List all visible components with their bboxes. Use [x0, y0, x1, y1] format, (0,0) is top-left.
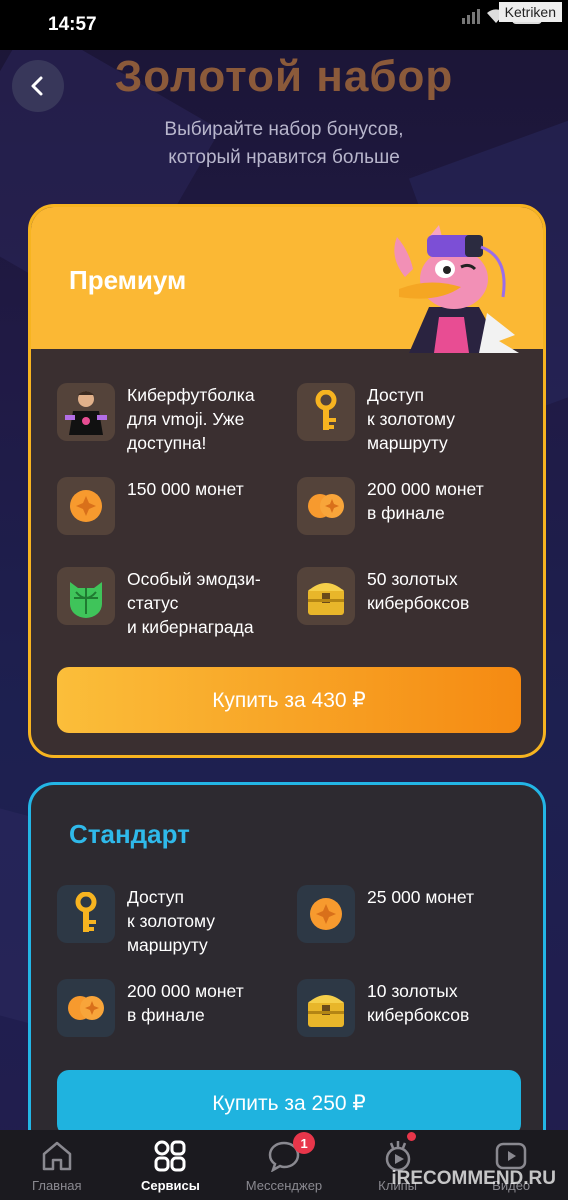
premium-title: Премиум [69, 265, 187, 295]
premium-perk-item: 150 000 монет [57, 477, 287, 535]
perk-text: 200 000 монет в финале [127, 981, 244, 1025]
standard-title: Стандарт [69, 819, 190, 849]
site-watermark: iRECOMMEND.RU [391, 1168, 556, 1189]
premium-perk-item: Особый эмодзи- статус и кибернаграда [57, 567, 287, 639]
standard-perk-item: 200 000 монет в финале [57, 979, 287, 1037]
subtitle-line: который нравится больше [168, 147, 400, 168]
perk-text: Доступ к золотому маршруту [127, 887, 215, 955]
user-watermark: Ketriken [498, 2, 562, 22]
perk-text: 50 золотых кибербоксов [367, 569, 470, 613]
perk-text: 150 000 монет [127, 479, 244, 499]
golden-chest-icon [297, 567, 355, 625]
buy-standard-button[interactable]: Купить за 250 ₽ [57, 1070, 521, 1136]
perk-text: 10 золотых кибербоксов [367, 981, 470, 1025]
page-subtitle: Выбирайте набор бонусов, который нравитс… [0, 116, 568, 172]
status-time: 14:57 [48, 14, 97, 35]
coins-stack-icon [57, 979, 115, 1037]
cyber-tshirt-avatar-icon [57, 383, 115, 441]
nav-label: Мессенджер [245, 1178, 323, 1193]
cyber-duck-mascot-icon [394, 225, 519, 353]
signal-icon [462, 8, 480, 24]
coin-icon [57, 477, 115, 535]
perk-text: Киберфутболка для vmoji. Уже доступна! [127, 385, 255, 453]
nav-item-home[interactable]: Главная [0, 1130, 114, 1200]
page-title: Золотой набор [114, 52, 454, 101]
perk-text: 200 000 монет в финале [367, 479, 484, 523]
perk-text: 25 000 монет [367, 887, 474, 907]
golden-key-icon [297, 383, 355, 441]
coin-icon [297, 885, 355, 943]
services-grid-icon [151, 1138, 189, 1174]
golden-key-icon [57, 885, 115, 943]
premium-perk-item: Киберфутболка для vmoji. Уже доступна! [57, 383, 287, 455]
buy-premium-button[interactable]: Купить за 430 ₽ [57, 667, 521, 733]
new-content-dot [406, 1132, 416, 1141]
subtitle-line: Выбирайте набор бонусов, [164, 119, 404, 140]
perk-text: Доступ к золотому маршруту [367, 385, 455, 453]
premium-perk-item: 200 000 монет в финале [297, 477, 527, 535]
standard-perk-item: 10 золотых кибербоксов [297, 979, 527, 1037]
standard-perk-item: 25 000 монет [297, 885, 527, 943]
premium-perk-item: 50 золотых кибербоксов [297, 567, 527, 625]
standard-perk-item: Доступ к золотому маршруту [57, 885, 287, 957]
premium-card: Премиум Киберфутболка для vmoji. Уже дос… [28, 204, 546, 758]
coins-stack-icon [297, 477, 355, 535]
status-bar: 14:57 44 Ketriken [0, 0, 568, 50]
chevron-left-icon [31, 76, 43, 96]
premium-perk-item: Доступ к золотому маршруту [297, 383, 527, 455]
nav-item-messenger[interactable]: 1 Мессенджер [227, 1130, 341, 1200]
perk-text: Особый эмодзи- статус и кибернаграда [127, 569, 261, 637]
nav-label: Главная [32, 1178, 82, 1193]
nav-item-services[interactable]: Сервисы [114, 1130, 228, 1200]
golden-chest-icon [297, 979, 355, 1037]
back-button[interactable] [12, 60, 64, 112]
home-icon [38, 1138, 76, 1174]
nav-label: Сервисы [140, 1178, 200, 1193]
unread-badge: 1 [293, 1132, 316, 1154]
green-emoji-status-icon [57, 567, 115, 625]
